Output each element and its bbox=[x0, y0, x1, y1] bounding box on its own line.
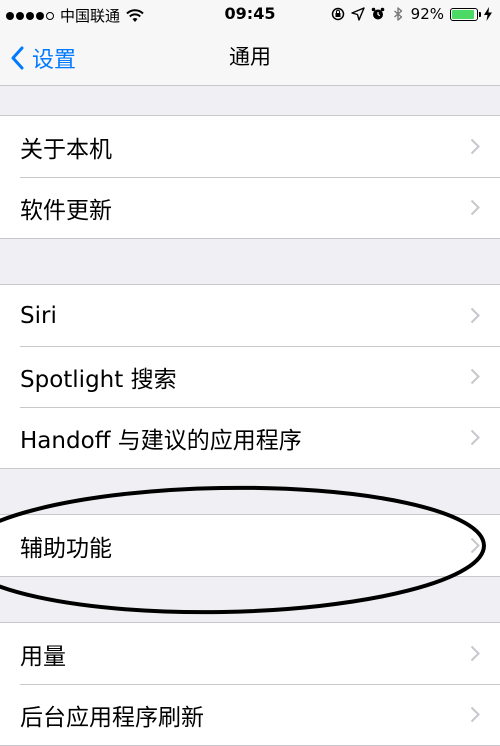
row-background-app-refresh[interactable]: 后台应用程序刷新 bbox=[0, 684, 500, 745]
row-software-update[interactable]: 软件更新 bbox=[0, 177, 500, 238]
chevron-right-icon bbox=[470, 706, 480, 723]
chevron-right-icon bbox=[470, 138, 480, 155]
chevron-right-icon bbox=[470, 429, 480, 446]
battery-icon bbox=[450, 7, 481, 21]
status-bar: 中国联通 09:45 92% bbox=[0, 0, 500, 30]
settings-group-siri: Siri Spotlight 搜索 Handoff 与建议的应用程序 bbox=[0, 284, 500, 469]
row-label: Handoff 与建议的应用程序 bbox=[20, 427, 302, 454]
status-right: 92% bbox=[331, 5, 492, 23]
charging-icon bbox=[484, 7, 492, 21]
battery-percentage: 92% bbox=[410, 5, 444, 23]
row-label: 软件更新 bbox=[20, 197, 112, 224]
alarm-icon bbox=[371, 7, 384, 20]
chevron-right-icon bbox=[470, 307, 480, 324]
row-label: Spotlight 搜索 bbox=[20, 366, 177, 393]
row-usage[interactable]: 用量 bbox=[0, 623, 500, 684]
row-label: 辅助功能 bbox=[20, 535, 112, 562]
battery-level-fill bbox=[452, 9, 475, 19]
location-icon bbox=[350, 7, 365, 21]
row-handoff[interactable]: Handoff 与建议的应用程序 bbox=[0, 407, 500, 468]
row-siri[interactable]: Siri bbox=[0, 285, 500, 346]
row-label: 后台应用程序刷新 bbox=[20, 704, 204, 731]
row-spotlight-search[interactable]: Spotlight 搜索 bbox=[0, 346, 500, 407]
chevron-right-icon bbox=[470, 199, 480, 216]
chevron-right-icon bbox=[470, 645, 480, 662]
rotation-lock-icon bbox=[331, 7, 344, 21]
navigation-bar: 设置 通用 bbox=[0, 30, 500, 86]
settings-group-about: 关于本机 软件更新 bbox=[0, 115, 500, 239]
row-about-device[interactable]: 关于本机 bbox=[0, 116, 500, 177]
page-title: 通用 bbox=[229, 45, 271, 69]
bluetooth-icon bbox=[393, 7, 402, 21]
chevron-right-icon bbox=[470, 537, 480, 554]
settings-group-accessibility: 辅助功能 bbox=[0, 514, 500, 577]
row-label: 关于本机 bbox=[20, 136, 112, 163]
row-label: 用量 bbox=[20, 643, 66, 670]
chevron-right-icon bbox=[470, 368, 480, 385]
row-label: Siri bbox=[20, 302, 57, 329]
row-accessibility[interactable]: 辅助功能 bbox=[0, 515, 500, 576]
settings-group-usage: 用量 后台应用程序刷新 bbox=[0, 622, 500, 746]
